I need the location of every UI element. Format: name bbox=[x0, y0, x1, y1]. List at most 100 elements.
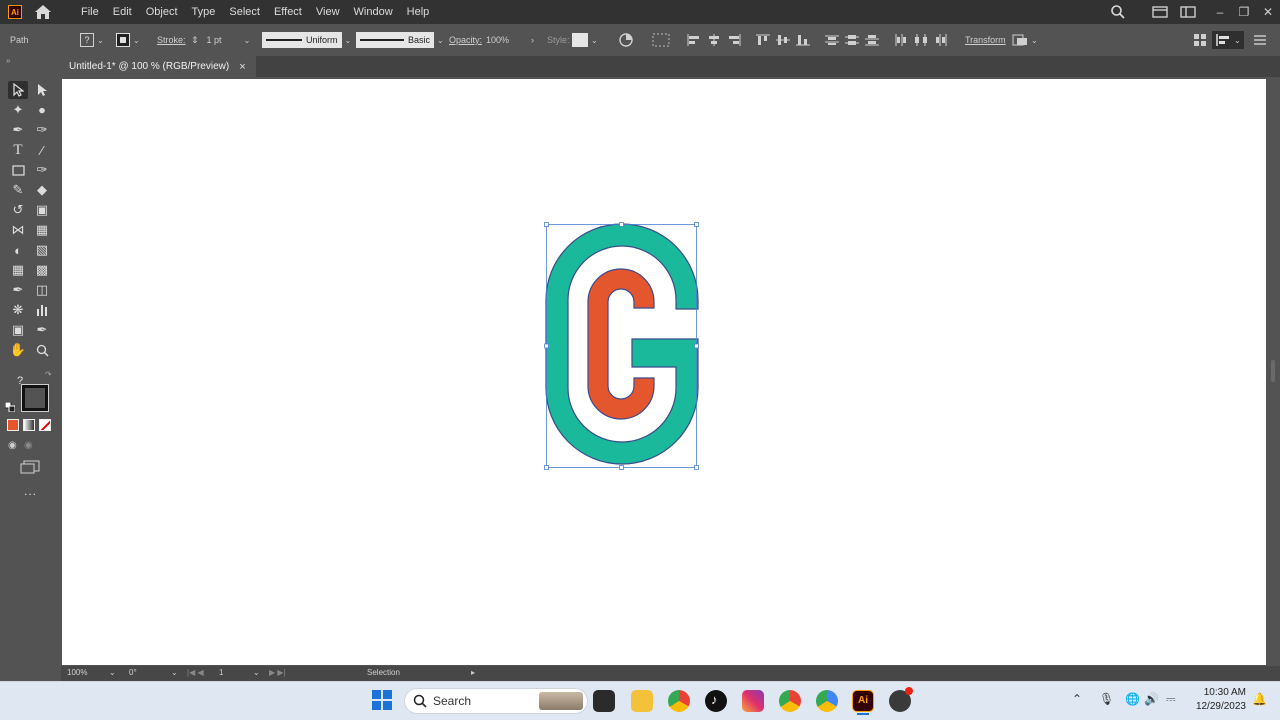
outer-g-shape[interactable] bbox=[545, 223, 699, 465]
chevron-down-icon[interactable]: ⌄ bbox=[437, 36, 444, 45]
workspace-icon[interactable] bbox=[1180, 6, 1196, 18]
arrange-panel-icon[interactable] bbox=[1193, 28, 1207, 52]
distribute-right-icon[interactable] bbox=[934, 34, 948, 46]
slice-tool-icon[interactable]: ✒ bbox=[32, 321, 52, 339]
home-icon[interactable] bbox=[34, 4, 52, 20]
illustrator-taskbar-icon[interactable]: Ai bbox=[852, 690, 874, 712]
align-right-icon[interactable] bbox=[727, 34, 741, 46]
stepper-icon[interactable]: ⇕ bbox=[191, 35, 199, 46]
arrange-documents-icon[interactable] bbox=[1152, 6, 1168, 18]
type-tool-icon[interactable]: T bbox=[8, 141, 28, 159]
default-colors-icon[interactable] bbox=[4, 401, 16, 413]
chrome-profile-2-icon[interactable] bbox=[816, 690, 838, 712]
chevron-down-icon[interactable]: ⌄ bbox=[253, 668, 260, 677]
draw-normal-icon[interactable]: ◉ bbox=[8, 440, 17, 451]
stroke-swatch[interactable] bbox=[116, 33, 130, 47]
opacity-label[interactable]: Opacity: bbox=[449, 28, 482, 52]
language-icon[interactable]: 🌐 bbox=[1125, 692, 1140, 706]
next-artboard-icon[interactable]: ▶ ▶| bbox=[269, 668, 286, 677]
chevron-down-icon[interactable]: ⌄ bbox=[591, 36, 598, 45]
panel-collapse-icon[interactable]: » bbox=[6, 56, 10, 65]
scale-tool-icon[interactable]: ▣ bbox=[32, 201, 52, 219]
menu-effect[interactable]: Effect bbox=[267, 0, 309, 24]
stroke-color-box[interactable] bbox=[21, 384, 49, 412]
app-icon[interactable] bbox=[889, 687, 913, 712]
graphic-style-control[interactable]: ⌄ bbox=[572, 28, 598, 52]
pen-tool-icon[interactable]: ✒ bbox=[8, 121, 28, 139]
align-bottom-icon[interactable] bbox=[796, 34, 810, 46]
search-icon[interactable] bbox=[1110, 4, 1126, 20]
distribute-horizontal-icon[interactable] bbox=[914, 34, 928, 46]
distribute-top-icon[interactable] bbox=[825, 34, 839, 46]
distribute-bottom-icon[interactable] bbox=[865, 34, 879, 46]
status-menu-arrow-icon[interactable]: ▸ bbox=[471, 668, 475, 677]
fill-swatch[interactable]: ? bbox=[80, 33, 94, 47]
volume-icon[interactable]: 🔊 bbox=[1144, 692, 1159, 706]
distribute-center-icon[interactable] bbox=[845, 34, 859, 46]
distribute-left-icon[interactable] bbox=[894, 34, 908, 46]
gradient-mode-icon[interactable] bbox=[23, 419, 35, 431]
stroke-control[interactable]: ⌄ bbox=[116, 28, 140, 52]
instagram-icon[interactable] bbox=[742, 690, 764, 712]
column-graph-tool-icon[interactable] bbox=[32, 301, 52, 319]
style-swatch[interactable] bbox=[572, 33, 588, 47]
opacity-value[interactable]: 100% bbox=[486, 35, 509, 45]
fill-control[interactable]: ? ⌄ bbox=[80, 28, 104, 52]
direct-selection-tool-icon[interactable] bbox=[32, 81, 52, 99]
chevron-right-icon[interactable]: › bbox=[531, 35, 534, 45]
swap-colors-icon[interactable]: ↷ bbox=[45, 370, 52, 379]
edit-toolbar-icon[interactable]: ... bbox=[24, 484, 37, 498]
search-highlight-image[interactable] bbox=[539, 692, 583, 710]
scrollbar-thumb[interactable] bbox=[1271, 360, 1275, 382]
tiktok-icon[interactable]: ♪ bbox=[705, 690, 727, 712]
selection-tool-icon[interactable] bbox=[8, 81, 28, 99]
hand-tool-icon[interactable]: ✋ bbox=[8, 341, 28, 359]
align-center-icon[interactable] bbox=[707, 34, 721, 46]
zoom-level[interactable]: 100% bbox=[67, 668, 87, 677]
chevron-down-icon[interactable]: ⌄ bbox=[97, 36, 104, 45]
menu-object[interactable]: Object bbox=[139, 0, 185, 24]
bounding-box-handle[interactable] bbox=[619, 465, 624, 470]
battery-icon[interactable]: ⎓ bbox=[1166, 692, 1176, 707]
menu-type[interactable]: Type bbox=[185, 0, 223, 24]
shape-options-icon[interactable]: ⌄ bbox=[1012, 28, 1038, 52]
g-logo-artwork[interactable] bbox=[540, 218, 706, 476]
menu-help[interactable]: Help bbox=[400, 0, 437, 24]
curvature-tool-icon[interactable]: ✑ bbox=[32, 121, 52, 139]
magic-wand-tool-icon[interactable]: ✦ bbox=[8, 101, 28, 119]
stroke-weight-field[interactable]: ⇕ 1 pt ⌄ bbox=[191, 28, 250, 52]
opacity-field[interactable]: 100% › bbox=[486, 28, 534, 52]
control-bar-menu-icon[interactable] bbox=[1254, 28, 1266, 52]
bounding-box-handle[interactable] bbox=[544, 222, 549, 227]
chevron-down-icon[interactable]: ⌄ bbox=[109, 668, 116, 677]
rectangle-tool-icon[interactable] bbox=[8, 161, 28, 179]
task-view-icon[interactable] bbox=[593, 690, 615, 712]
paintbrush-tool-icon[interactable]: ✑ bbox=[32, 161, 52, 179]
notifications-icon[interactable]: 🔔 bbox=[1252, 692, 1267, 706]
menu-edit[interactable]: Edit bbox=[106, 0, 139, 24]
taskbar-clock[interactable]: 10:30 AM 12/29/2023 bbox=[1188, 686, 1246, 714]
transform-link[interactable]: Transform bbox=[965, 28, 1006, 52]
bounding-box-handle[interactable] bbox=[694, 343, 699, 349]
blend-tool-icon[interactable]: ◫ bbox=[32, 281, 52, 299]
align-top-icon[interactable] bbox=[756, 34, 770, 46]
stroke-label[interactable]: Stroke: bbox=[157, 28, 186, 52]
none-mode-icon[interactable] bbox=[39, 419, 51, 431]
close-icon[interactable]: ✕ bbox=[1256, 5, 1280, 19]
align-left-icon[interactable] bbox=[687, 34, 701, 46]
taskbar-search[interactable]: Search bbox=[404, 688, 588, 714]
menu-view[interactable]: View bbox=[309, 0, 347, 24]
brush-definition[interactable]: Basic ⌄ bbox=[356, 28, 444, 52]
align-middle-icon[interactable] bbox=[776, 34, 790, 46]
perspective-grid-tool-icon[interactable]: ▧ bbox=[32, 241, 52, 259]
recolor-artwork-icon[interactable] bbox=[618, 28, 634, 52]
bounding-box-handle[interactable] bbox=[694, 465, 699, 470]
file-explorer-icon[interactable] bbox=[631, 690, 653, 712]
minimize-icon[interactable]: – bbox=[1208, 5, 1232, 19]
windows-start-icon[interactable] bbox=[372, 690, 392, 713]
variable-width-profile[interactable]: Uniform ⌄ bbox=[262, 28, 351, 52]
microphone-icon[interactable]: 🎙 bbox=[1099, 692, 1114, 706]
mesh-tool-icon[interactable]: ▦ bbox=[8, 261, 28, 279]
zoom-tool-icon[interactable] bbox=[32, 341, 52, 359]
align-to-selection-icon[interactable] bbox=[652, 28, 670, 52]
